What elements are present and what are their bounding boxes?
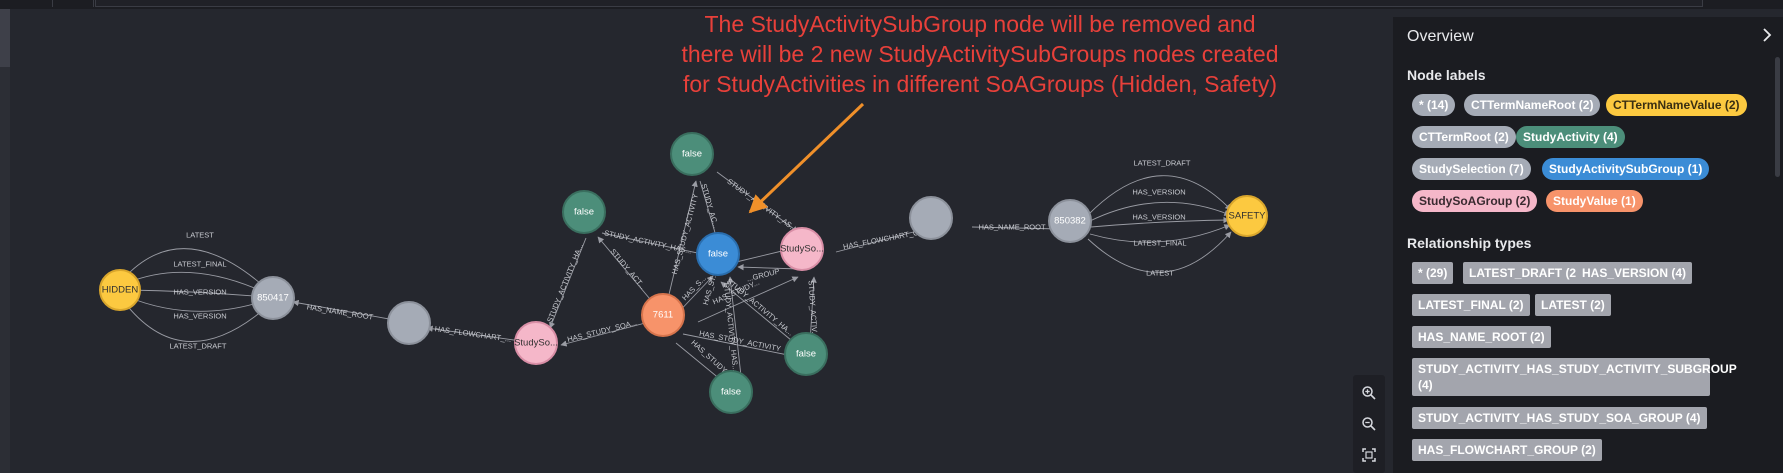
node-label-chip[interactable]: StudyActivitySubGroup (1)	[1542, 158, 1710, 180]
rel-label: HAS_STUDY_SOA...	[566, 318, 637, 344]
node-label: 7611	[653, 310, 673, 321]
node-850417[interactable]: 850417	[251, 276, 295, 320]
node-label-chip[interactable]: StudyValue (1)	[1546, 190, 1643, 212]
annotation-text: The StudyActivitySubGroup node will be r…	[640, 9, 1320, 99]
relationship-type-tag[interactable]: LATEST_DRAFT (2)	[1463, 262, 1587, 284]
rel-label: LATEST_DRAFT	[1134, 159, 1191, 168]
node-label-chip[interactable]: StudySelection (7)	[1412, 158, 1531, 180]
toolbar-segment[interactable]	[0, 0, 53, 7]
overview-panel: Overview Node labels * (14) CTTermNameRo…	[1393, 17, 1783, 473]
node-activity-right[interactable]: false	[784, 332, 828, 376]
rel-label: HAS_NAME_ROOT	[978, 223, 1046, 232]
node-label: StudySo...	[780, 244, 824, 255]
zoom-controls	[1353, 375, 1385, 473]
rel-label: STUDY_AC...	[699, 183, 720, 230]
annotation-line: The StudyActivitySubGroup node will be r…	[704, 11, 1256, 37]
relationship-type-tag[interactable]: HAS_NAME_ROOT (2)	[1412, 326, 1551, 348]
node-studyactivitysubgroup[interactable]: false	[696, 232, 740, 276]
rel-label: HAS_STUDY_ACTIVITY	[698, 329, 781, 354]
edge-latest-draft-left	[124, 302, 270, 342]
rel-label: LATEST	[186, 231, 214, 240]
relationship-type-tag[interactable]: STUDY_ACTIVITY_HAS_STUDY_ACTIVITY_SUBGRO…	[1412, 358, 1737, 396]
rel-label: HAS_VERSION	[1132, 188, 1185, 197]
rel-label: LATEST_FINAL	[1133, 239, 1186, 248]
node-label: 850382	[1054, 216, 1086, 227]
node-right-studysoagroup[interactable]: StudySo...	[780, 227, 824, 271]
annotation-arrow	[748, 102, 865, 214]
relationship-type-tag[interactable]: * (29)	[1412, 262, 1454, 284]
node-right-term-root[interactable]	[909, 196, 953, 240]
edge-has-version-left-2	[127, 296, 268, 312]
panel-scrollbar[interactable]	[1775, 57, 1780, 177]
node-label: false	[708, 249, 728, 260]
rel-label: HAS_FLOWCHART_...	[434, 324, 512, 344]
node-activity-left[interactable]: false	[562, 190, 606, 234]
node-850382[interactable]: 850382	[1048, 199, 1092, 243]
relationship-types-heading: Relationship types	[1407, 235, 1532, 251]
annotation-line: for StudyActivities in different SoAGrou…	[682, 71, 1278, 97]
fit-to-screen-icon[interactable]	[1357, 443, 1381, 467]
edge-latest-left	[124, 248, 270, 292]
top-toolbar	[0, 0, 1783, 9]
zoom-in-icon[interactable]	[1357, 381, 1381, 405]
rel-label: HAS_STUDY_ACTIVITY	[670, 193, 700, 275]
relationship-type-tag[interactable]: HAS_VERSION (4)	[1576, 262, 1693, 284]
rel-label: LATEST	[1146, 269, 1174, 278]
node-label: false	[721, 387, 741, 398]
node-label: 850417	[257, 293, 289, 304]
rel-label: STUDY_ACTIVITY_AS...	[725, 177, 798, 234]
node-label-chip[interactable]: CTTermRoot (2)	[1412, 126, 1516, 148]
relationship-type-tag[interactable]: LATEST (2)	[1535, 294, 1611, 316]
node-activity-top[interactable]: false	[670, 132, 714, 176]
node-label-chip[interactable]: CTTermNameRoot (2)	[1464, 94, 1601, 116]
node-left-studysoagroup[interactable]: StudySo...	[514, 321, 558, 365]
node-label: false	[574, 207, 594, 218]
toolbar-segment[interactable]	[53, 0, 94, 7]
relationship-type-tag[interactable]: HAS_FLOWCHART_GROUP (2)	[1412, 439, 1602, 461]
node-label: SAFETY	[1229, 211, 1267, 222]
rel-label: STUDY_ACTIVITY_HA...	[545, 242, 585, 323]
node-labels-heading: Node labels	[1407, 67, 1486, 83]
left-sidebar-strip	[0, 9, 10, 473]
node-studyvalue-7611[interactable]: 7611	[641, 293, 685, 337]
annotation-line: there will be 2 new StudyActivitySubGrou…	[681, 41, 1279, 67]
rel-label: HAS_VERSION	[1132, 213, 1185, 222]
node-label: false	[796, 349, 816, 360]
rel-label: HAS_VERSION	[173, 288, 226, 297]
sidebar-scroll-thumb[interactable]	[0, 9, 10, 67]
rel-label: HAS_NAME_ROOT	[306, 302, 374, 321]
relationship-type-tag[interactable]: LATEST_FINAL (2)	[1412, 294, 1530, 316]
rel-label: HAS_VERSION	[173, 312, 226, 321]
query-editor-field[interactable]	[95, 0, 1703, 7]
node-label: HIDDEN	[102, 285, 139, 296]
zoom-out-icon[interactable]	[1357, 412, 1381, 436]
node-safety[interactable]: SAFETY	[1226, 195, 1268, 237]
node-left-term-root[interactable]	[387, 301, 431, 345]
node-label-chip[interactable]: StudyActivity (4)	[1516, 126, 1625, 148]
node-label-chip[interactable]: StudySoAGroup (2)	[1412, 190, 1538, 212]
node-label: StudySo...	[514, 338, 558, 349]
rel-label: STUDY_ACTIV...	[807, 280, 820, 338]
node-label: false	[682, 149, 702, 160]
rel-label: LATEST_FINAL	[173, 260, 226, 269]
node-hidden[interactable]: HIDDEN	[99, 269, 141, 311]
node-label-chip[interactable]: * (14)	[1412, 94, 1456, 116]
panel-title: Overview	[1407, 28, 1474, 45]
node-activity-bottom[interactable]: false	[709, 370, 753, 414]
rel-label: LATEST_DRAFT	[170, 342, 227, 351]
rel-label: STUDY_ACT...	[608, 247, 647, 291]
chevron-right-icon[interactable]	[1757, 25, 1777, 45]
node-label-chip[interactable]: CTTermNameValue (2)	[1606, 94, 1747, 116]
relationship-type-tag[interactable]: STUDY_ACTIVITY_HAS_STUDY_SOA_GROUP (4)	[1412, 407, 1707, 429]
